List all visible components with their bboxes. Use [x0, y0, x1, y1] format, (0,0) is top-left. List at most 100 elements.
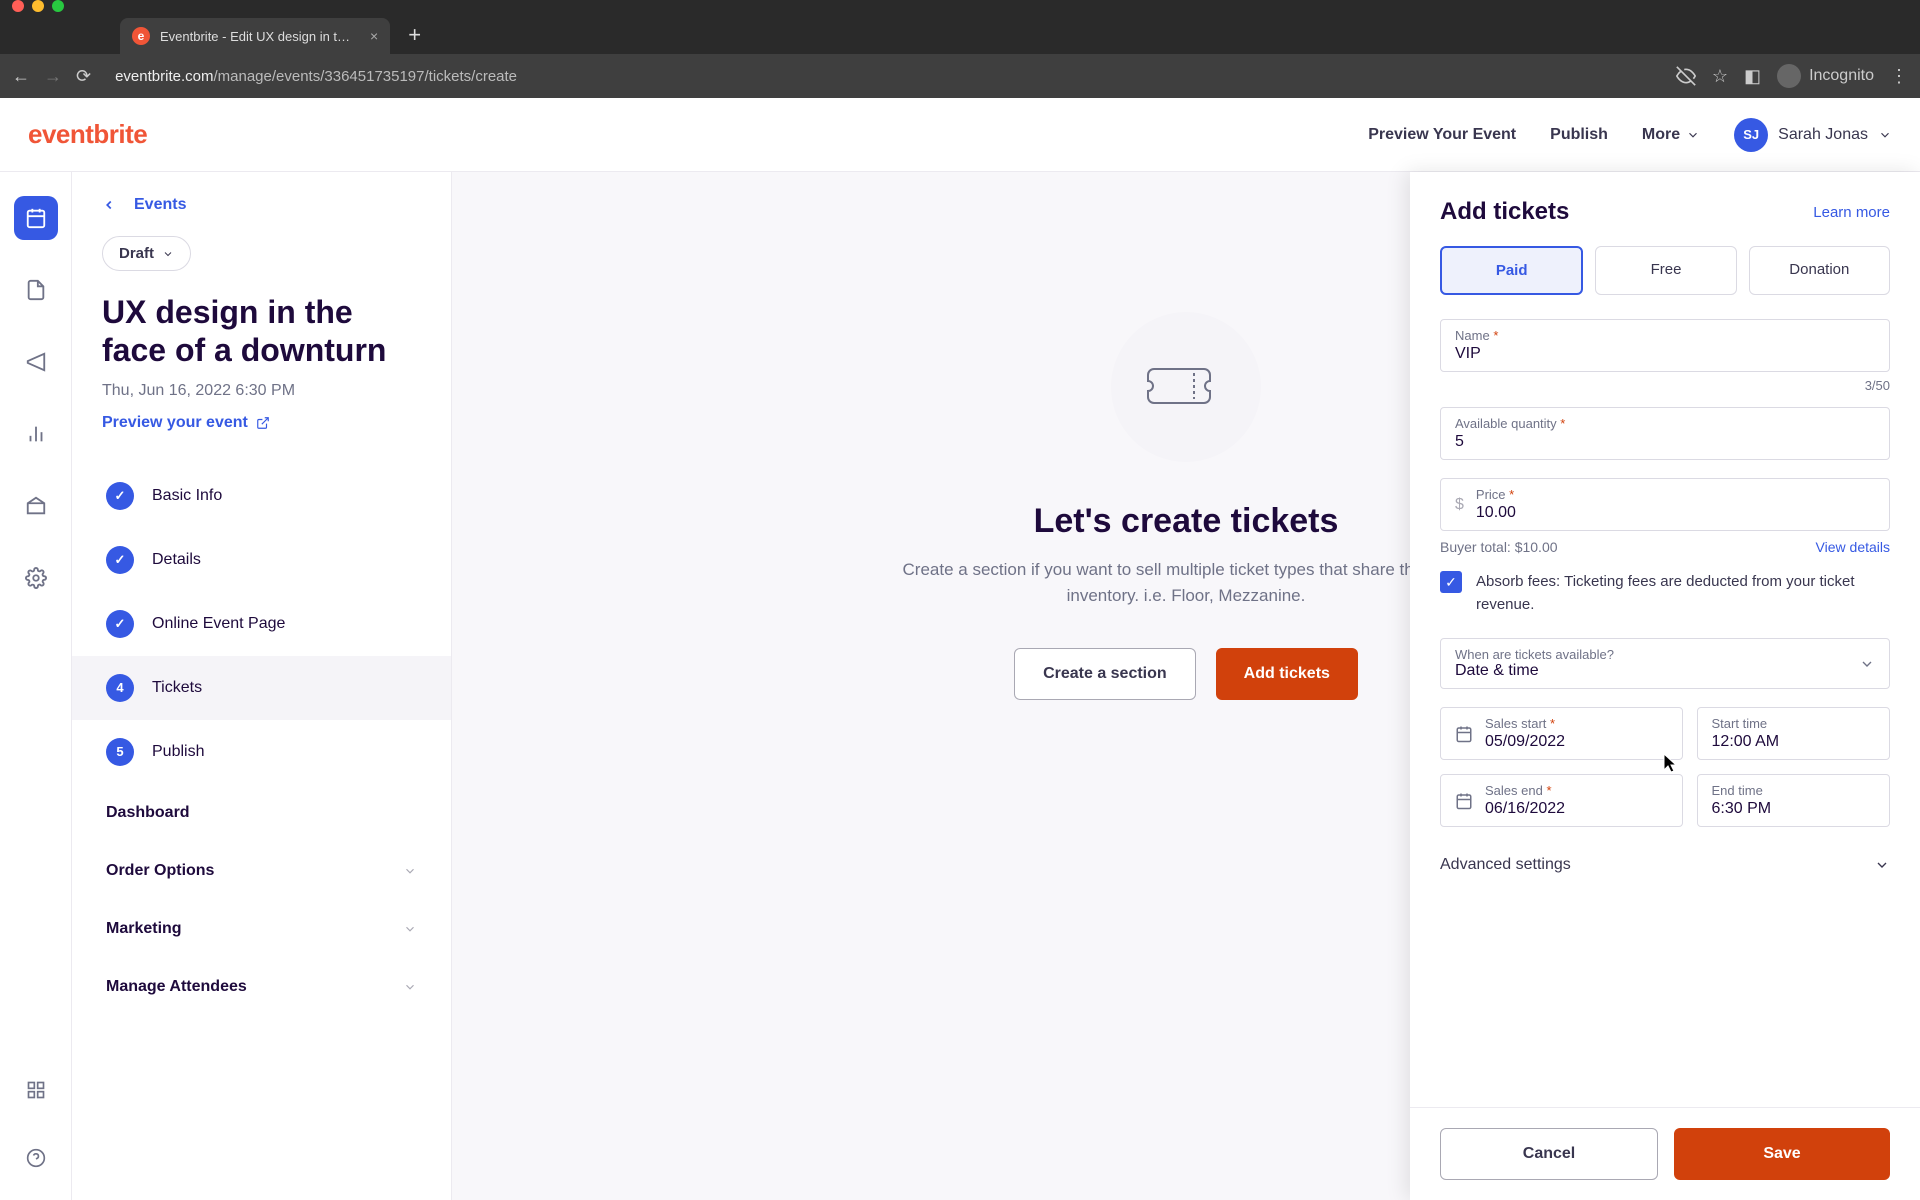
section-order-options[interactable]: Order Options [102, 842, 421, 900]
eventbrite-logo[interactable]: eventbrite [28, 119, 147, 150]
rail-settings-icon[interactable] [14, 556, 58, 600]
view-details-link[interactable]: View details [1816, 539, 1890, 555]
sales-start-field[interactable]: Sales start * [1440, 707, 1683, 760]
calendar-icon [1455, 725, 1473, 743]
address-bar[interactable]: eventbrite.com/manage/events/33645173519… [105, 68, 1662, 85]
sales-start-input[interactable] [1485, 731, 1668, 751]
end-time-field[interactable]: End time [1697, 774, 1890, 827]
external-link-icon [256, 416, 270, 430]
browser-tab[interactable]: e Eventbrite - Edit UX design in t… × [120, 18, 390, 54]
status-dropdown[interactable]: Draft [102, 236, 191, 271]
section-marketing[interactable]: Marketing [102, 900, 421, 958]
save-button[interactable]: Save [1674, 1128, 1890, 1180]
sales-end-input[interactable] [1485, 798, 1668, 818]
preview-event-link[interactable]: Preview your event [102, 414, 421, 432]
buyer-total: Buyer total: $10.00 [1440, 539, 1558, 555]
step-tickets[interactable]: 4 Tickets [72, 656, 451, 720]
forward-icon[interactable]: → [44, 66, 62, 87]
back-icon[interactable]: ← [12, 66, 30, 87]
step-number: 5 [106, 738, 134, 766]
section-manage-attendees[interactable]: Manage Attendees [102, 958, 421, 1016]
rail-apps-icon[interactable] [14, 1068, 58, 1112]
chevron-down-icon [403, 864, 417, 878]
publish-link[interactable]: Publish [1550, 126, 1608, 144]
new-tab-button[interactable]: + [408, 22, 421, 48]
chevron-down-icon [1878, 128, 1892, 142]
chevron-down-icon [1686, 128, 1700, 142]
create-section-button[interactable]: Create a section [1014, 648, 1196, 700]
star-icon[interactable]: ☆ [1712, 66, 1728, 87]
tab-favicon: e [132, 27, 150, 45]
event-date: Thu, Jun 16, 2022 6:30 PM [102, 382, 421, 400]
start-time-input[interactable] [1712, 731, 1875, 751]
chevron-down-icon [403, 922, 417, 936]
section-dashboard[interactable]: Dashboard [102, 784, 421, 842]
page-subtitle: Create a section if you want to sell mul… [886, 557, 1486, 608]
step-basic-info[interactable]: Basic Info [102, 464, 421, 528]
currency-symbol: $ [1455, 496, 1464, 514]
cancel-button[interactable]: Cancel [1440, 1128, 1658, 1180]
quantity-input[interactable] [1455, 431, 1875, 451]
end-time-input[interactable] [1712, 798, 1875, 818]
user-menu[interactable]: SJ Sarah Jonas [1734, 118, 1892, 152]
name-input[interactable] [1455, 343, 1875, 363]
availability-select[interactable]: When are tickets available? Date & time [1440, 638, 1890, 689]
absorb-fees-label: Absorb fees: Ticketing fees are deducted… [1476, 571, 1890, 616]
step-number: 4 [106, 674, 134, 702]
rail-events-icon[interactable] [14, 196, 58, 240]
step-details[interactable]: Details [102, 528, 421, 592]
quantity-field[interactable]: Available quantity * [1440, 407, 1890, 460]
traffic-minimize[interactable] [32, 0, 44, 12]
browser-tab-bar: e Eventbrite - Edit UX design in t… × + [0, 12, 1920, 54]
advanced-settings-toggle[interactable]: Advanced settings [1440, 841, 1890, 888]
ticket-type-free[interactable]: Free [1595, 246, 1736, 295]
price-input[interactable] [1476, 502, 1875, 522]
chevron-down-icon [1874, 857, 1890, 873]
app-header: eventbrite Preview Your Event Publish Mo… [0, 98, 1920, 172]
check-icon [106, 546, 134, 574]
add-tickets-button[interactable]: Add tickets [1216, 648, 1358, 700]
extensions-icon[interactable]: ◧ [1744, 66, 1761, 87]
avatar: SJ [1734, 118, 1768, 152]
add-tickets-drawer: Add tickets Learn more Paid Free Donatio… [1410, 172, 1920, 1200]
price-field[interactable]: $ Price * [1440, 478, 1890, 531]
name-counter: 3/50 [1440, 378, 1890, 393]
chevron-down-icon [1859, 656, 1875, 672]
eye-off-icon[interactable] [1676, 66, 1696, 86]
rail-reports-icon[interactable] [14, 412, 58, 456]
traffic-close[interactable] [12, 0, 24, 12]
start-time-field[interactable]: Start time [1697, 707, 1890, 760]
tab-close-icon[interactable]: × [370, 28, 378, 44]
sales-end-field[interactable]: Sales end * [1440, 774, 1683, 827]
step-online-event-page[interactable]: Online Event Page [102, 592, 421, 656]
reload-icon[interactable]: ⟳ [76, 66, 91, 87]
mac-titlebar [0, 0, 1920, 12]
drawer-title: Add tickets [1440, 198, 1569, 226]
absorb-fees-checkbox[interactable]: ✓ [1440, 571, 1462, 593]
sidebar: Events Draft UX design in the face of a … [72, 172, 452, 1200]
rail-finance-icon[interactable] [14, 484, 58, 528]
menu-dots-icon[interactable]: ⋮ [1890, 66, 1908, 87]
chevron-down-icon [403, 980, 417, 994]
ticket-type-paid[interactable]: Paid [1440, 246, 1583, 295]
check-icon [106, 610, 134, 638]
page-title: Let's create tickets [1034, 502, 1339, 541]
calendar-icon [1455, 792, 1473, 810]
rail-help-icon[interactable] [14, 1136, 58, 1180]
rail-marketing-icon[interactable] [14, 340, 58, 384]
ticket-illustration [1111, 312, 1261, 462]
rail-orders-icon[interactable] [14, 268, 58, 312]
ticket-type-donation[interactable]: Donation [1749, 246, 1890, 295]
step-publish[interactable]: 5 Publish [102, 720, 421, 784]
back-to-events[interactable]: Events [102, 196, 421, 214]
browser-toolbar: ← → ⟳ eventbrite.com/manage/events/33645… [0, 54, 1920, 98]
traffic-zoom[interactable] [52, 0, 64, 12]
learn-more-link[interactable]: Learn more [1813, 204, 1890, 221]
more-menu[interactable]: More [1642, 126, 1700, 144]
preview-event-link[interactable]: Preview Your Event [1368, 126, 1516, 144]
event-title: UX design in the face of a downturn [102, 293, 421, 370]
tab-title: Eventbrite - Edit UX design in t… [160, 29, 350, 44]
name-field[interactable]: Name * [1440, 319, 1890, 372]
incognito-badge[interactable]: Incognito [1777, 64, 1874, 88]
chevron-down-icon [162, 248, 174, 260]
